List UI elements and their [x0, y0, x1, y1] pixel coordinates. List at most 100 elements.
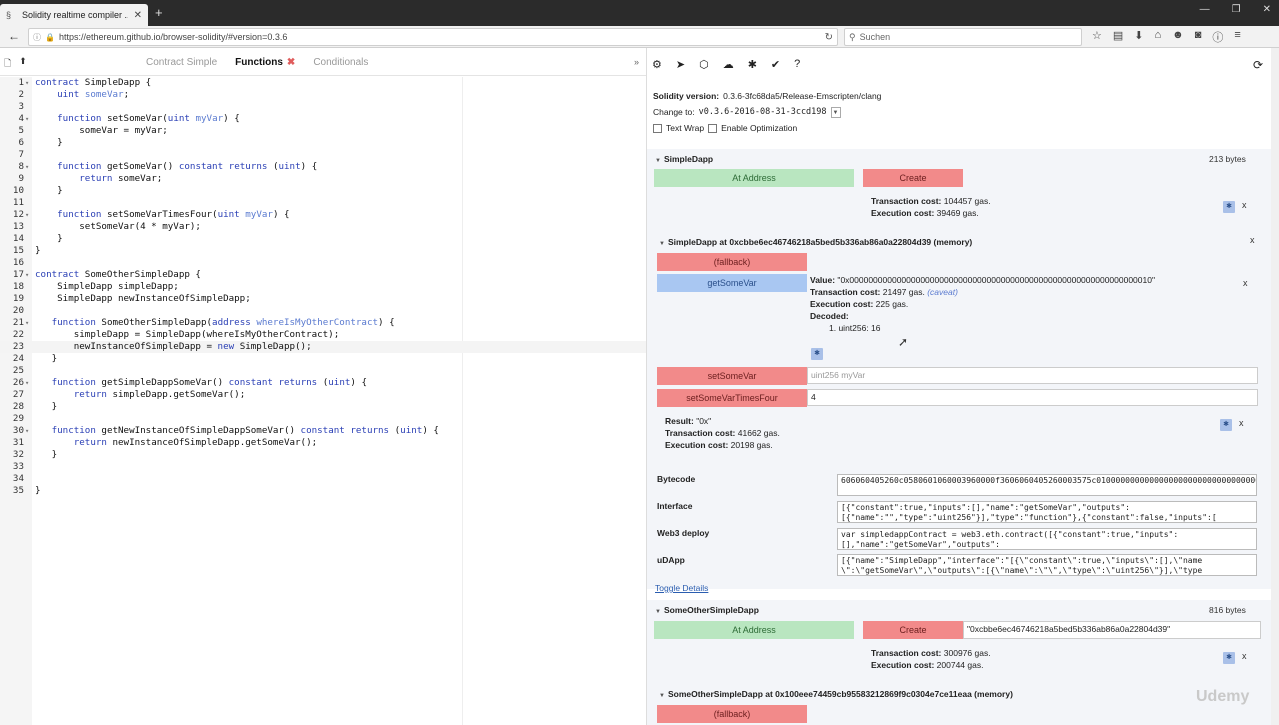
code-line[interactable]: 22 simpleDapp = SimpleDapp(whereIsMyOthe… [0, 329, 646, 341]
bytecode-textarea[interactable]: 606060405260c0580601060003960000f3606060… [837, 474, 1257, 496]
close-tab-icon[interactable]: ✖ [287, 57, 295, 68]
close-tab-icon[interactable]: ✕ [134, 10, 142, 21]
contract-title[interactable]: ▼ SimpleDapp [655, 154, 713, 164]
debug-icon[interactable]: ✱ [1223, 652, 1235, 664]
pocket-icon[interactable]: ◙ [1195, 29, 1202, 45]
setsomevar-input[interactable]: uint256 myVar [807, 367, 1258, 384]
code-line[interactable]: 21 ▾ function SomeOtherSimpleDapp(address… [0, 317, 646, 329]
upload-file-icon[interactable]: ⬆ [19, 56, 27, 72]
close-icon[interactable]: x [1242, 200, 1247, 210]
code-line[interactable]: 9 return someVar; [0, 173, 646, 185]
setsomevartimesfour-button[interactable]: setSomeVarTimesFour [657, 389, 807, 407]
interface-textarea[interactable]: [{"constant":true,"inputs":[],"name":"ge… [837, 501, 1257, 523]
panel-scrollbar[interactable] [1271, 48, 1279, 725]
toggle-details-link[interactable]: Toggle Details [655, 583, 708, 593]
at-address-button[interactable]: At Address [654, 169, 854, 187]
contract-box-icon[interactable]: ⬡ [699, 58, 709, 82]
help-icon[interactable]: ? [794, 58, 800, 82]
code-line[interactable]: 12 ▾ function setSomeVarTimesFour(uint my… [0, 209, 646, 221]
chat-icon[interactable]: ☻ [1172, 29, 1184, 45]
fold-arrow-icon[interactable]: ▾ [25, 317, 29, 329]
code-line[interactable]: 28 } [0, 401, 646, 413]
contract-title[interactable]: ▼ SomeOtherSimpleDapp [655, 605, 759, 615]
code-line[interactable]: 23 newInstanceOfSimpleDapp = new SimpleD… [0, 341, 646, 353]
fallback-button[interactable]: (fallback) [657, 253, 807, 271]
caveat-link[interactable]: (caveat) [927, 287, 958, 297]
browser-tab[interactable]: § Solidity realtime compiler ... ✕ [0, 4, 148, 26]
code-line[interactable]: 1 ▾ contract SimpleDapp { [0, 77, 646, 89]
code-line[interactable]: 19 SimpleDapp newInstanceOfSimpleDapp; [0, 293, 646, 305]
create-args-input[interactable]: "0xcbbe6ec46746218a5bed5b336ab86a0a22804… [963, 621, 1261, 639]
minimize-icon[interactable]: — [1200, 4, 1210, 15]
code-line[interactable]: 17 ▾ contract SomeOtherSimpleDapp { [0, 269, 646, 281]
reload-icon[interactable]: ↻ [825, 32, 837, 43]
bookmark-star-icon[interactable]: ☆ [1092, 29, 1102, 45]
info-icon[interactable]: ⓘ [33, 32, 41, 43]
fold-arrow-icon[interactable]: ▾ [25, 209, 29, 221]
code-line[interactable]: 13 setSomeVar(4 * myVar); [0, 221, 646, 233]
url-text[interactable]: https://ethereum.github.io/browser-solid… [59, 32, 821, 42]
web3-deploy-textarea[interactable]: var simpledappContract = web3.eth.contra… [837, 528, 1257, 550]
code-line[interactable]: 5 someVar = myVar; [0, 125, 646, 137]
code-line[interactable]: 18 SimpleDapp simpleDapp; [0, 281, 646, 293]
fold-arrow-icon[interactable]: ▾ [25, 425, 29, 437]
search-input[interactable]: ⚲ Suchen [844, 28, 1082, 46]
code-line[interactable]: 20 [0, 305, 646, 317]
tab-functions[interactable]: Functions ✖ [229, 48, 301, 76]
code-line[interactable]: 14 } [0, 233, 646, 245]
code-line[interactable]: 29 [0, 413, 646, 425]
udapp-textarea[interactable]: [{"name":"SimpleDapp","interface":"[{\"c… [837, 554, 1257, 576]
code-line[interactable]: 15} [0, 245, 646, 257]
code-line[interactable]: 4 ▾ function setSomeVar(uint myVar) { [0, 113, 646, 125]
close-result-icon[interactable]: x [1239, 418, 1244, 428]
maximize-icon[interactable]: ❐ [1232, 4, 1241, 15]
debug-icon[interactable]: ✱ [811, 348, 823, 360]
code-area[interactable]: 1 ▾ contract SimpleDapp {2 uint someVar; 3 4… [0, 77, 646, 497]
send-transaction-icon[interactable]: ➤ [676, 58, 685, 82]
back-icon[interactable]: ← [8, 29, 20, 43]
getsomevar-button[interactable]: getSomeVar [657, 274, 807, 292]
fallback-button[interactable]: (fallback) [657, 705, 807, 723]
chevron-down-icon[interactable]: ▼ [830, 106, 841, 118]
refresh-icon[interactable]: ⟳ [1253, 58, 1263, 72]
info-circle-icon[interactable]: ⓘ [1212, 29, 1223, 45]
fold-arrow-icon[interactable]: ▾ [25, 113, 29, 125]
fold-arrow-icon[interactable]: ▾ [25, 377, 29, 389]
instance-title[interactable]: ▼ SimpleDapp at 0xcbbe6ec46746218a5bed5b3… [659, 237, 972, 247]
tab-conditionals[interactable]: Conditionals [307, 48, 374, 76]
settings-gear-icon[interactable]: ⚙ [652, 58, 662, 82]
code-line[interactable]: 7 [0, 149, 646, 161]
close-instance-icon[interactable]: x [1250, 235, 1255, 245]
code-line[interactable]: 33 [0, 461, 646, 473]
debug-icon[interactable]: ✱ [1223, 201, 1235, 213]
code-line[interactable]: 35} [0, 485, 646, 497]
debug-icon[interactable]: ✱ [1220, 419, 1232, 431]
setsomevartimesfour-input[interactable]: 4 [807, 389, 1258, 406]
code-line[interactable]: 24 } [0, 353, 646, 365]
setsomevar-button[interactable]: setSomeVar [657, 367, 807, 385]
download-icon[interactable]: ⬇ [1134, 29, 1143, 45]
home-icon[interactable]: ⌂ [1155, 29, 1162, 45]
menu-icon[interactable]: ≡ [1234, 29, 1240, 45]
reading-list-icon[interactable]: ▤ [1113, 29, 1123, 45]
code-line[interactable]: 31 return newInstanceOfSimpleDapp.getSom… [0, 437, 646, 449]
text-wrap-checkbox[interactable] [653, 123, 662, 133]
code-line[interactable]: 32 } [0, 449, 646, 461]
code-line[interactable]: 2 uint someVar; [0, 89, 646, 101]
fold-arrow-icon[interactable]: ▾ [25, 269, 29, 281]
code-line[interactable]: 8 ▾ function getSomeVar() constant return… [0, 161, 646, 173]
close-window-icon[interactable]: ✕ [1263, 4, 1271, 15]
optimization-checkbox[interactable] [708, 123, 718, 133]
code-line[interactable]: 3 [0, 101, 646, 113]
code-line[interactable]: 30 ▾ function getNewInstanceOfSimpleDappS… [0, 425, 646, 437]
code-line[interactable]: 16 [0, 257, 646, 269]
address-bar[interactable]: ⓘ 🔒 https://ethereum.github.io/browser-s… [28, 28, 838, 46]
version-select-value[interactable]: v0.3.6-2016-08-31-3ccd198 [699, 104, 827, 120]
code-line[interactable]: 11 [0, 197, 646, 209]
new-tab-icon[interactable]: + [155, 5, 163, 20]
instance-title[interactable]: ▼ SomeOtherSimpleDapp at 0x100eee74459cb9… [659, 689, 1013, 699]
cloud-upload-icon[interactable]: ☁ [723, 58, 734, 82]
debugger-bug-icon[interactable]: ✱ [748, 58, 757, 82]
code-line[interactable]: 27 return simpleDapp.getSomeVar(); [0, 389, 646, 401]
tab-contract-simple[interactable]: Contract Simple [140, 48, 223, 76]
